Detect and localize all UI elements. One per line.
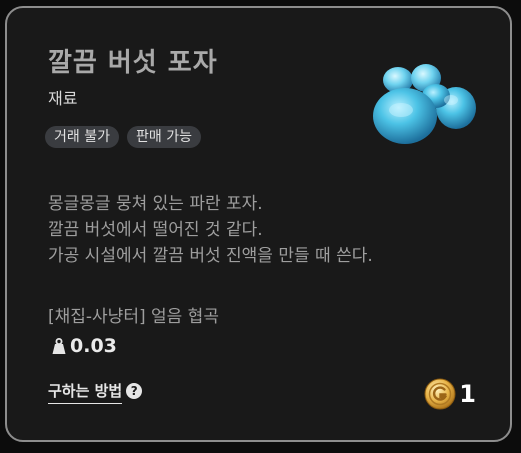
mushroom-spore-icon — [373, 64, 476, 144]
help-icon[interactable]: ? — [126, 383, 143, 399]
gold-coin-icon — [424, 378, 456, 410]
description-line: 몽글몽글 뭉쳐 있는 파란 포자. — [48, 194, 263, 214]
tag-sellable: 판매 가능 — [126, 126, 201, 148]
item-tooltip-card: 깔끔 버섯 포자 재료 거래 불가 판매 가능 몽글몽글 뭉쳐 있는 파란 포자… — [5, 6, 512, 442]
how-to-obtain-label[interactable]: 구하는 방법 — [48, 380, 123, 404]
item-category: 재료 — [48, 89, 78, 108]
item-source: [채집-사냥터] 얼음 협곡 — [48, 307, 219, 327]
description-line: 깔끔 버섯에서 떨어진 것 같다. — [48, 220, 263, 240]
how-to-obtain-link[interactable]: 구하는 방법 ? — [48, 380, 143, 404]
item-tags: 거래 불가 판매 가능 — [45, 126, 201, 148]
item-description: 몽글몽글 뭉쳐 있는 파란 포자. 깔끔 버섯에서 떨어진 것 같다. 가공 시… — [48, 191, 373, 269]
price-value: 1 — [459, 380, 476, 408]
weight-value: 0.03 — [70, 335, 117, 357]
item-weight: 0.03 — [52, 335, 117, 357]
description-line: 가공 시설에서 깔끔 버섯 진액을 만들 때 쓴다. — [48, 246, 373, 266]
item-price: 1 — [424, 378, 476, 410]
item-name: 깔끔 버섯 포자 — [48, 48, 218, 78]
tag-trade-unavailable: 거래 불가 — [45, 126, 119, 148]
weight-icon — [52, 337, 66, 354]
